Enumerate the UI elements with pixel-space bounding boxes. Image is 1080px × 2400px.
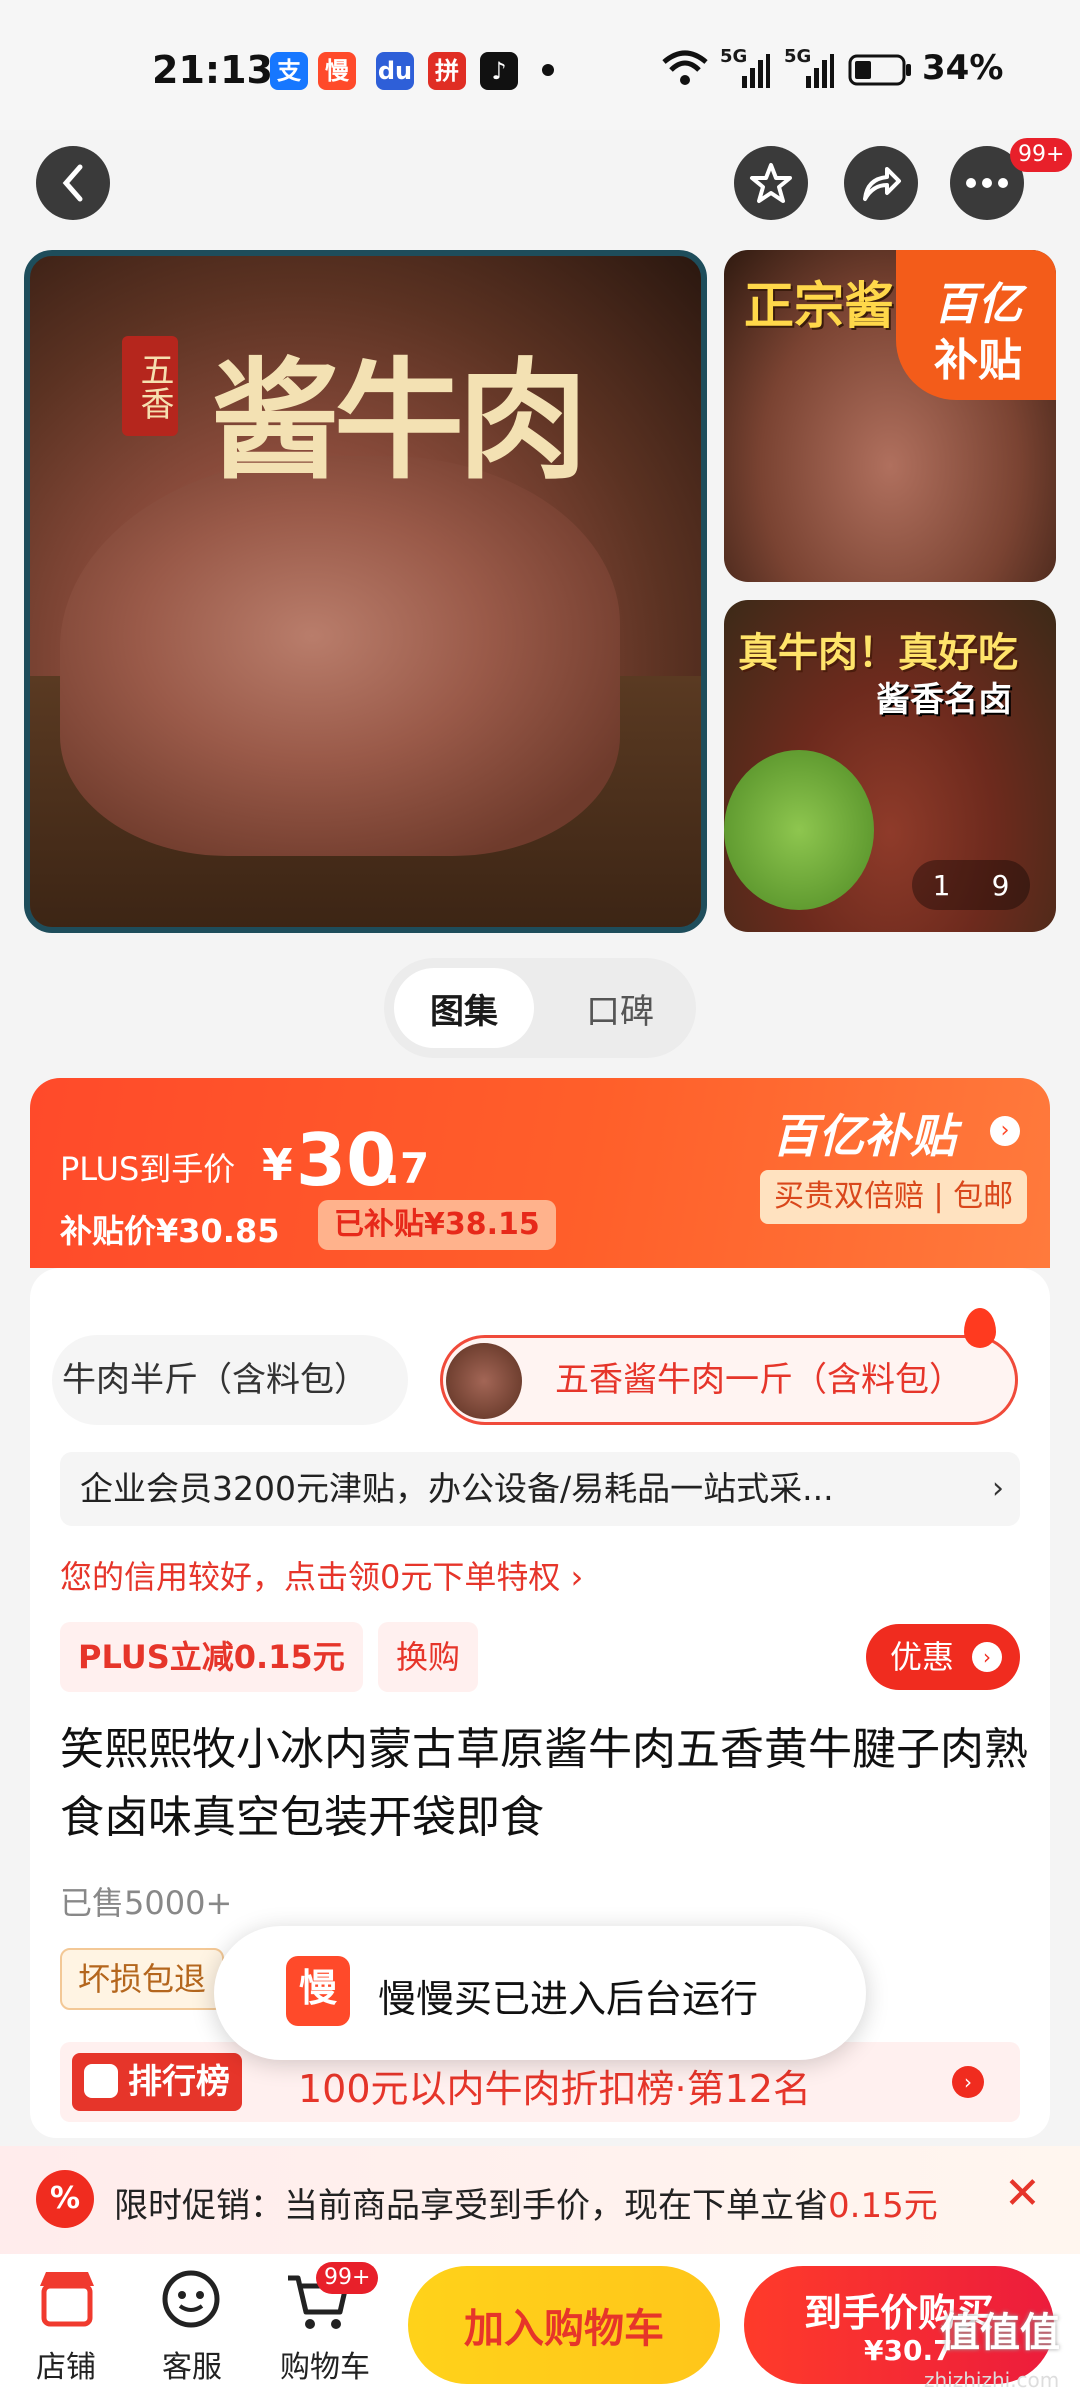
baidu-icon: du <box>376 52 414 90</box>
battery-percent: 34% <box>922 48 1004 88</box>
plus-price-label: PLUS到手价 <box>60 1150 236 1188</box>
status-bar: 21:13 支 慢 du 拼 ♪ 5G 5G 34% <box>0 0 1080 130</box>
manmanmai-logo-icon: 慢 <box>286 1956 350 2026</box>
tab-gallery[interactable]: 图集 <box>394 968 534 1048</box>
share-icon <box>863 167 901 201</box>
status-time: 21:13 <box>152 48 273 92</box>
customer-service-icon <box>162 2270 220 2328</box>
plus-discount-chip[interactable]: PLUS立减0.15元 <box>60 1622 363 1692</box>
battery-icon <box>848 54 911 86</box>
gallery-thumb2-line1: 真牛肉！真好吃 <box>738 630 1018 676</box>
subsidy-price: 补贴价¥30.85 <box>60 1212 280 1250</box>
subsidy-corner-badge: 百亿 补贴 <box>896 250 1056 400</box>
gallery-pager: 1 9 <box>912 860 1030 910</box>
manmanmai-icon: 慢 <box>318 52 356 90</box>
gallery-main-title: 酱牛肉 <box>210 344 588 497</box>
message-badge: 99+ <box>1010 138 1073 172</box>
more-dots-icon <box>966 178 1008 188</box>
share-button[interactable] <box>844 146 918 220</box>
favorite-button[interactable] <box>734 146 808 220</box>
guarantee-badge: 买贵双倍赔 | 包邮 <box>760 1170 1028 1224</box>
cart-badge: 99+ <box>316 2262 379 2294</box>
spec-option-half-jin[interactable]: 牛肉半斤（含料包） <box>52 1335 408 1425</box>
watermark-url: zhizhizhi.com <box>924 2368 1060 2392</box>
promo-amount: 0.15元 <box>828 2186 938 2226</box>
gallery-thumb2-line2: 酱香名卤 <box>876 680 1012 720</box>
chevron-right-icon: › <box>992 1471 1004 1506</box>
add-to-cart-button[interactable]: 加入购物车 <box>408 2266 720 2384</box>
percent-icon: % <box>36 2170 94 2228</box>
gallery-main-image[interactable]: 五香 酱牛肉 <box>24 250 707 933</box>
tab-reviews[interactable]: 口碑 <box>560 968 680 1048</box>
spec-thumbnail <box>446 1343 522 1419</box>
signal-icon-1 <box>742 54 770 88</box>
shop-button[interactable]: 店铺 <box>26 2268 116 2388</box>
back-button[interactable] <box>36 146 110 220</box>
trophy-icon <box>84 2064 118 2098</box>
damage-return-tag: 坏损包退 <box>60 1948 225 2010</box>
pinduoduo-icon: 拼 <box>428 52 466 90</box>
billion-subsidy-logo[interactable]: 百亿补贴 <box>772 1100 956 1166</box>
product-title: 笑熙熙牧小冰内蒙古草原酱牛肉五香黄牛腱子肉熟食卤味真空包装开袋即食 <box>60 1724 1028 1843</box>
shop-icon <box>40 2272 94 2327</box>
price-currency: ¥ <box>262 1140 293 1191</box>
pager-total: 9 <box>991 868 1010 902</box>
sold-count: 已售5000+ <box>60 1884 233 1922</box>
chevron-right-icon: › <box>952 2066 984 2098</box>
close-icon[interactable]: ✕ <box>1004 2168 1041 2219</box>
gallery-main-tag: 五香 <box>122 336 178 436</box>
more-notifications-icon <box>542 64 554 76</box>
douyin-icon: ♪ <box>480 52 518 90</box>
signal-icon-2 <box>806 54 834 88</box>
spec-option-one-jin[interactable]: 五香酱牛肉一斤（含料包） <box>440 1335 1018 1425</box>
service-button[interactable]: 客服 <box>150 2268 240 2388</box>
watermark: 值值值 <box>940 2310 1060 2356</box>
chevron-right-icon[interactable]: › <box>990 1116 1020 1146</box>
exchange-chip[interactable]: 换购 <box>378 1622 479 1692</box>
subsidy-amount-badge: 已补贴¥38.15 <box>318 1200 556 1250</box>
alipay-icon: 支 <box>270 52 308 90</box>
price-decimal: .7 <box>384 1144 430 1193</box>
gallery-thumb1-title: 正宗酱 <box>744 277 894 335</box>
star-icon <box>750 163 792 203</box>
gallery-thumb-1[interactable]: 正宗酱 百亿 补贴 <box>724 250 1056 582</box>
toast-text: 慢慢买已进入后台运行 <box>378 1977 759 2021</box>
pager-current: 1 <box>932 868 951 902</box>
rank-text: 100元以内牛肉折扣榜·第12名 <box>298 2067 811 2111</box>
hot-fire-icon <box>964 1308 996 1348</box>
credit-privilege-link[interactable]: 您的信用较好，点击领0元下单特权 › <box>60 1552 583 1598</box>
chevron-left-icon <box>62 164 83 202</box>
price-integer: 30 <box>296 1118 397 1202</box>
chevron-right-icon: › <box>972 1642 1002 1672</box>
promo-text: 限时促销：当前商品享受到手价，现在下单立省0.15元 <box>114 2186 938 2226</box>
enterprise-banner[interactable]: 企业会员3200元津贴，办公设备/易耗品一站式采... <box>60 1452 1020 1526</box>
wifi-icon <box>662 50 708 85</box>
